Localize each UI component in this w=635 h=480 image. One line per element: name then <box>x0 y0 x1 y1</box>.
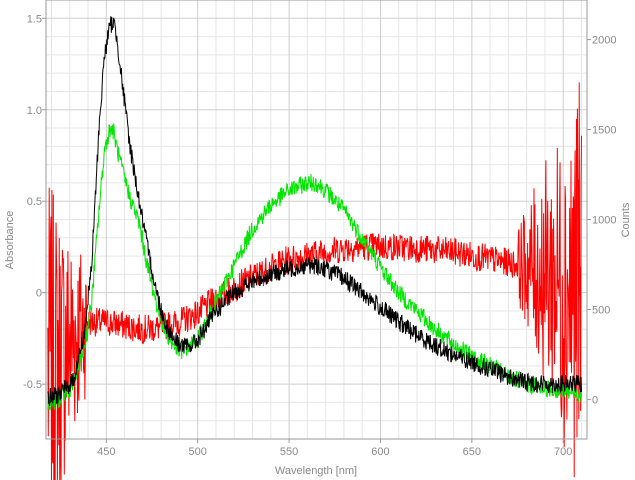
spectrum-chart: 450 500 550 600 650 700 -0.5 0 0.5 1.0 1.5 0 500 10… <box>4 0 632 480</box>
x-tick-label: 700 <box>554 446 572 458</box>
x-axis-title: Wavelength [nm] <box>275 465 357 477</box>
y-left-axis-ticks: -0.5 0 0.5 1.0 1.5 <box>23 13 46 391</box>
y-left-axis-title: Absorbance <box>4 211 16 270</box>
y-left-tick-label: -0.5 <box>23 379 42 391</box>
y-left-tick-label: 0 <box>36 288 42 300</box>
y-right-axis-title: Counts <box>620 202 632 237</box>
x-axis-ticks: 450 500 550 600 650 700 <box>97 439 572 458</box>
x-tick-label: 600 <box>371 446 389 458</box>
x-tick-label: 650 <box>463 446 481 458</box>
y-left-tick-label: 1.0 <box>27 105 42 117</box>
x-tick-label: 550 <box>280 446 298 458</box>
y-left-tick-label: 1.5 <box>27 13 42 25</box>
y-left-tick-label: 0.5 <box>27 196 42 208</box>
y-right-axis-ticks: 0 500 1000 1500 2000 <box>587 35 616 406</box>
y-right-tick-label: 0 <box>592 394 598 406</box>
y-right-tick-label: 2000 <box>592 35 616 47</box>
x-tick-label: 500 <box>189 446 207 458</box>
y-right-tick-label: 1000 <box>592 215 616 227</box>
y-right-tick-label: 500 <box>592 304 610 316</box>
x-tick-label: 450 <box>97 446 115 458</box>
y-right-tick-label: 1500 <box>592 125 616 137</box>
